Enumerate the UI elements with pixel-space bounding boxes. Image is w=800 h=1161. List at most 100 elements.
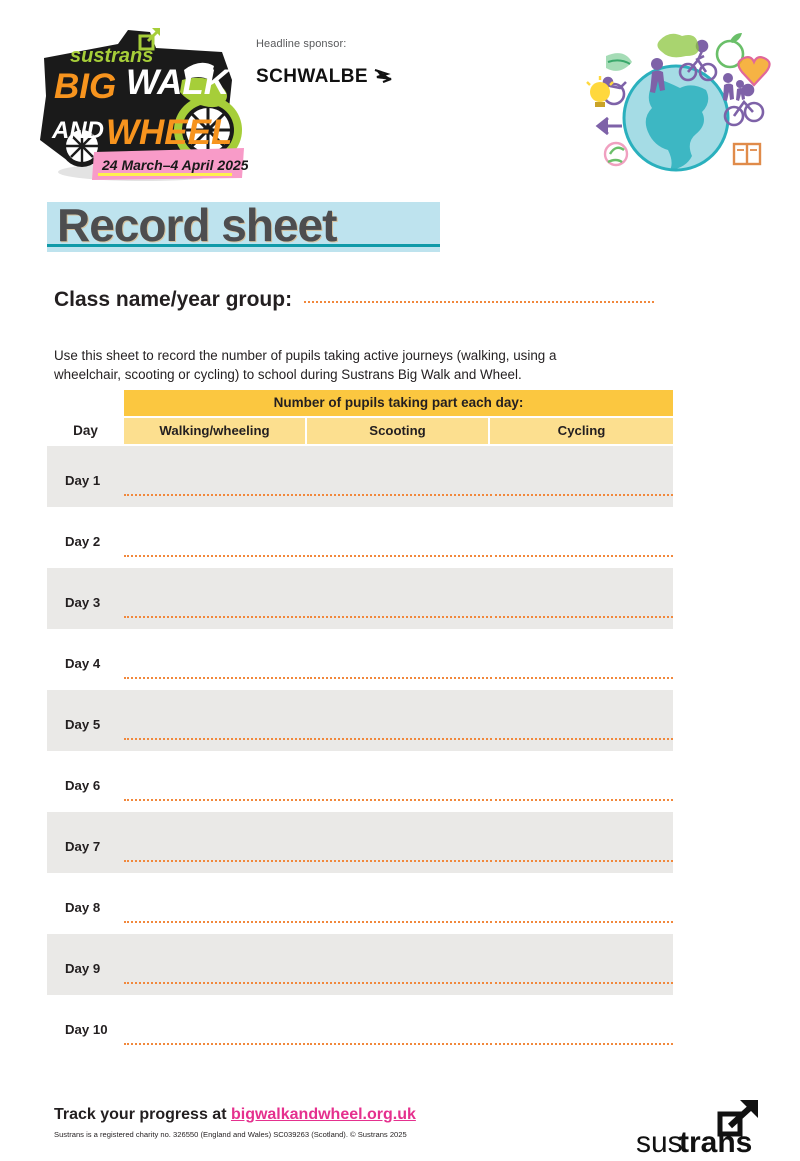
- cell-scooting-input[interactable]: [307, 737, 488, 740]
- table-group-header: Number of pupils taking part each day:: [124, 390, 673, 416]
- cell-cycling-input[interactable]: [490, 554, 673, 557]
- table-row: Day 7: [47, 812, 673, 873]
- big-walk-and-wheel-logo: sustrans BIG WALK AND WHEEL 24 March–4 A…: [32, 22, 248, 182]
- cell-cycling-input[interactable]: [490, 615, 673, 618]
- sustrans-logo-bold: trans: [679, 1126, 752, 1158]
- arrow-left-icon: [595, 116, 622, 136]
- cell-walking-input[interactable]: [124, 981, 305, 984]
- record-table: Number of pupils taking part each day: D…: [47, 390, 673, 1056]
- family-walking-icon: [723, 73, 745, 101]
- intro-paragraph: Use this sheet to record the number of p…: [54, 348, 557, 383]
- cell-scooting-input[interactable]: [307, 859, 488, 862]
- logo-word-walk: WALK: [126, 63, 232, 102]
- page-footer: Track your progress at bigwalkandwheel.o…: [0, 1098, 800, 1161]
- sustrans-logo-light: sus: [636, 1126, 683, 1158]
- row-input-cells: [124, 446, 673, 507]
- table-row: Day 2: [47, 507, 673, 568]
- cell-scooting-input[interactable]: [307, 981, 488, 984]
- class-name-label: Class name/year group:: [54, 288, 293, 311]
- table-row: Day 10: [47, 995, 673, 1056]
- logo-word-wheel: WHEEL: [106, 113, 232, 152]
- row-input-cells: [124, 995, 673, 1056]
- bigwalkandwheel-link[interactable]: bigwalkandwheel.org.uk: [231, 1106, 416, 1123]
- headline-sponsor-block: Headline sponsor: SCHWALBE: [256, 38, 426, 88]
- row-input-cells: [124, 873, 673, 934]
- logo-word-big: BIG: [54, 67, 116, 106]
- row-day-label: Day 3: [65, 595, 101, 610]
- cell-walking-input[interactable]: [124, 798, 305, 801]
- row-input-cells: [124, 751, 673, 812]
- table-row: Day 6: [47, 751, 673, 812]
- cell-scooting-input[interactable]: [307, 798, 488, 801]
- cell-cycling-input[interactable]: [490, 920, 673, 923]
- cell-walking-input[interactable]: [124, 554, 305, 557]
- leaf-icon: [606, 53, 632, 71]
- cell-cycling-input[interactable]: [490, 493, 673, 496]
- cell-cycling-input[interactable]: [490, 737, 673, 740]
- row-day-label: Day 10: [65, 1022, 108, 1037]
- cell-cycling-input[interactable]: [490, 859, 673, 862]
- table-row: Day 3: [47, 568, 673, 629]
- row-day-label: Day 1: [65, 473, 101, 488]
- logo-date-banner: 24 March–4 April 2025: [92, 148, 248, 180]
- leaves-icon: [603, 141, 629, 167]
- cell-cycling-input[interactable]: [490, 676, 673, 679]
- cell-walking-input[interactable]: [124, 920, 305, 923]
- cell-scooting-input[interactable]: [307, 493, 488, 496]
- row-day-label: Day 9: [65, 961, 101, 976]
- logo-word-and: AND: [51, 117, 104, 144]
- track-progress-line: Track your progress at bigwalkandwheel.o…: [54, 1106, 416, 1124]
- class-name-input[interactable]: [304, 300, 654, 303]
- globe-active-travel-illustration: [578, 30, 774, 178]
- table-group-header-row: Number of pupils taking part each day:: [47, 390, 673, 416]
- row-day-label: Day 8: [65, 900, 101, 915]
- swoosh-arrow-icon: [374, 67, 392, 88]
- cell-cycling-input[interactable]: [490, 981, 673, 984]
- heart-icon: [737, 56, 771, 87]
- sponsor-label: Headline sponsor:: [256, 38, 347, 50]
- track-progress-prefix: Track your progress at: [54, 1106, 231, 1123]
- page-title: Record sheet: [57, 199, 337, 251]
- cell-scooting-input[interactable]: [307, 920, 488, 923]
- cell-walking-input[interactable]: [124, 859, 305, 862]
- row-input-cells: [124, 629, 673, 690]
- cell-walking-input[interactable]: [124, 1042, 305, 1045]
- book-icon: [732, 142, 762, 166]
- row-input-cells: [124, 690, 673, 751]
- table-row: Day 5: [47, 690, 673, 751]
- class-name-field-row: Class name/year group:: [54, 288, 654, 312]
- table-header-spacer: [47, 390, 124, 416]
- cell-scooting-input[interactable]: [307, 615, 488, 618]
- cell-scooting-input[interactable]: [307, 554, 488, 557]
- row-input-cells: [124, 934, 673, 995]
- cell-walking-input[interactable]: [124, 493, 305, 496]
- row-input-cells: [124, 507, 673, 568]
- table-row: Day 8: [47, 873, 673, 934]
- table-row: Day 9: [47, 934, 673, 995]
- cell-cycling-input[interactable]: [490, 798, 673, 801]
- schwalbe-wordmark: SCHWALBE: [256, 66, 368, 87]
- column-header-day: Day: [47, 418, 124, 444]
- row-day-label: Day 4: [65, 656, 101, 671]
- cell-walking-input[interactable]: [124, 676, 305, 679]
- row-day-label: Day 6: [65, 778, 101, 793]
- svg-text:24 March–4 April 2025: 24 March–4 April 2025: [101, 157, 248, 173]
- schwalbe-logo: SCHWALBE: [256, 66, 426, 88]
- cell-walking-input[interactable]: [124, 615, 305, 618]
- column-header-walking: Walking/wheeling: [124, 418, 305, 444]
- row-day-label: Day 7: [65, 839, 101, 854]
- table-column-header-row: Day Walking/wheeling Scooting Cycling: [47, 418, 673, 444]
- row-day-label: Day 2: [65, 534, 101, 549]
- cell-walking-input[interactable]: [124, 737, 305, 740]
- table-row: Day 1: [47, 446, 673, 507]
- page-title-wrap: Record sheet: [47, 196, 440, 254]
- cell-scooting-input[interactable]: [307, 1042, 488, 1045]
- table-row: Day 4: [47, 629, 673, 690]
- row-input-cells: [124, 812, 673, 873]
- cell-cycling-input[interactable]: [490, 1042, 673, 1045]
- column-header-cycling: Cycling: [490, 418, 673, 444]
- sustrans-logo: sus trans: [634, 1100, 770, 1158]
- footer-text-block: Track your progress at bigwalkandwheel.o…: [54, 1106, 416, 1139]
- cloud-icon: [657, 33, 699, 58]
- cell-scooting-input[interactable]: [307, 676, 488, 679]
